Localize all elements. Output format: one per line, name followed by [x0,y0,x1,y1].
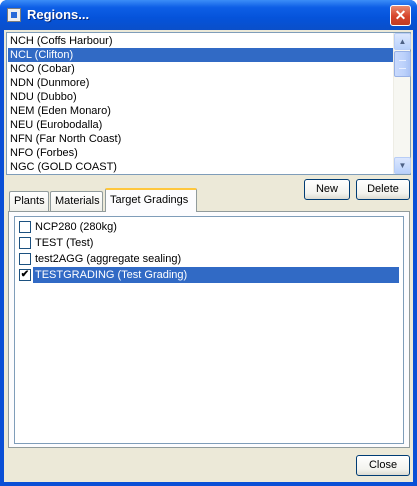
target-gradings-panel: NCP280 (280kg) TEST (Test) test2AGG (agg… [8,211,410,448]
region-item[interactable]: NCO (Cobar) [8,62,393,76]
checkmark-icon: ✔ [20,269,30,280]
close-icon: ✕ [394,7,407,23]
tab-materials[interactable]: Materials [50,191,103,211]
scroll-down-arrow-icon[interactable]: ▼ [394,157,411,174]
title-bar[interactable]: Regions... ✕ [0,0,417,30]
tab-target-gradings[interactable]: Target Gradings [105,188,197,212]
region-item[interactable]: NEU (Eurobodalla) [8,118,393,132]
region-item[interactable]: NDN (Dunmore) [8,76,393,90]
new-button[interactable]: New [304,179,350,200]
grading-label[interactable]: TESTGRADING (Test Grading) [33,267,399,283]
region-item[interactable]: NDU (Dubbo) [8,90,393,104]
grading-item[interactable]: TEST (Test) [17,235,401,251]
close-button[interactable]: Close [356,455,410,476]
grading-label[interactable]: TEST (Test) [33,235,95,251]
scroll-thumb[interactable] [394,51,411,77]
grading-item-selected[interactable]: ✔ TESTGRADING (Test Grading) [17,267,401,283]
gradings-checklist[interactable]: NCP280 (280kg) TEST (Test) test2AGG (agg… [14,216,404,444]
grading-item[interactable]: test2AGG (aggregate sealing) [17,251,401,267]
grading-label[interactable]: test2AGG (aggregate sealing) [33,251,183,267]
tab-plants[interactable]: Plants [9,191,49,211]
grading-checkbox[interactable] [19,253,31,265]
app-icon [7,8,21,22]
delete-button[interactable]: Delete [356,179,410,200]
regions-dialog: Regions... ✕ NCH (Coffs Harbour) NCL (Cl… [0,0,417,486]
region-item[interactable]: NFN (Far North Coast) [8,132,393,146]
grading-checkbox-checked[interactable]: ✔ [19,269,31,281]
scroll-up-arrow-icon[interactable]: ▲ [394,33,411,50]
window-title: Regions... [27,7,90,22]
grading-checkbox[interactable] [19,221,31,233]
region-item[interactable]: NCH (Coffs Harbour) [8,34,393,48]
regions-scrollbar[interactable]: ▲ ▼ [393,33,411,174]
grading-label[interactable]: NCP280 (280kg) [33,219,119,235]
window-close-button[interactable]: ✕ [390,5,411,26]
region-item[interactable]: NFO (Forbes) [8,146,393,160]
region-item[interactable]: NEM (Eden Monaro) [8,104,393,118]
regions-listbox[interactable]: NCH (Coffs Harbour) NCL (Clifton) NCO (C… [6,32,411,175]
region-item-selected[interactable]: NCL (Clifton) [8,48,393,62]
grading-checkbox[interactable] [19,237,31,249]
grading-item[interactable]: NCP280 (280kg) [17,219,401,235]
region-item[interactable]: NGC (GOLD COAST) [8,160,393,174]
dialog-body: NCH (Coffs Harbour) NCL (Clifton) NCO (C… [4,30,413,482]
regions-list: NCH (Coffs Harbour) NCL (Clifton) NCO (C… [8,34,393,174]
